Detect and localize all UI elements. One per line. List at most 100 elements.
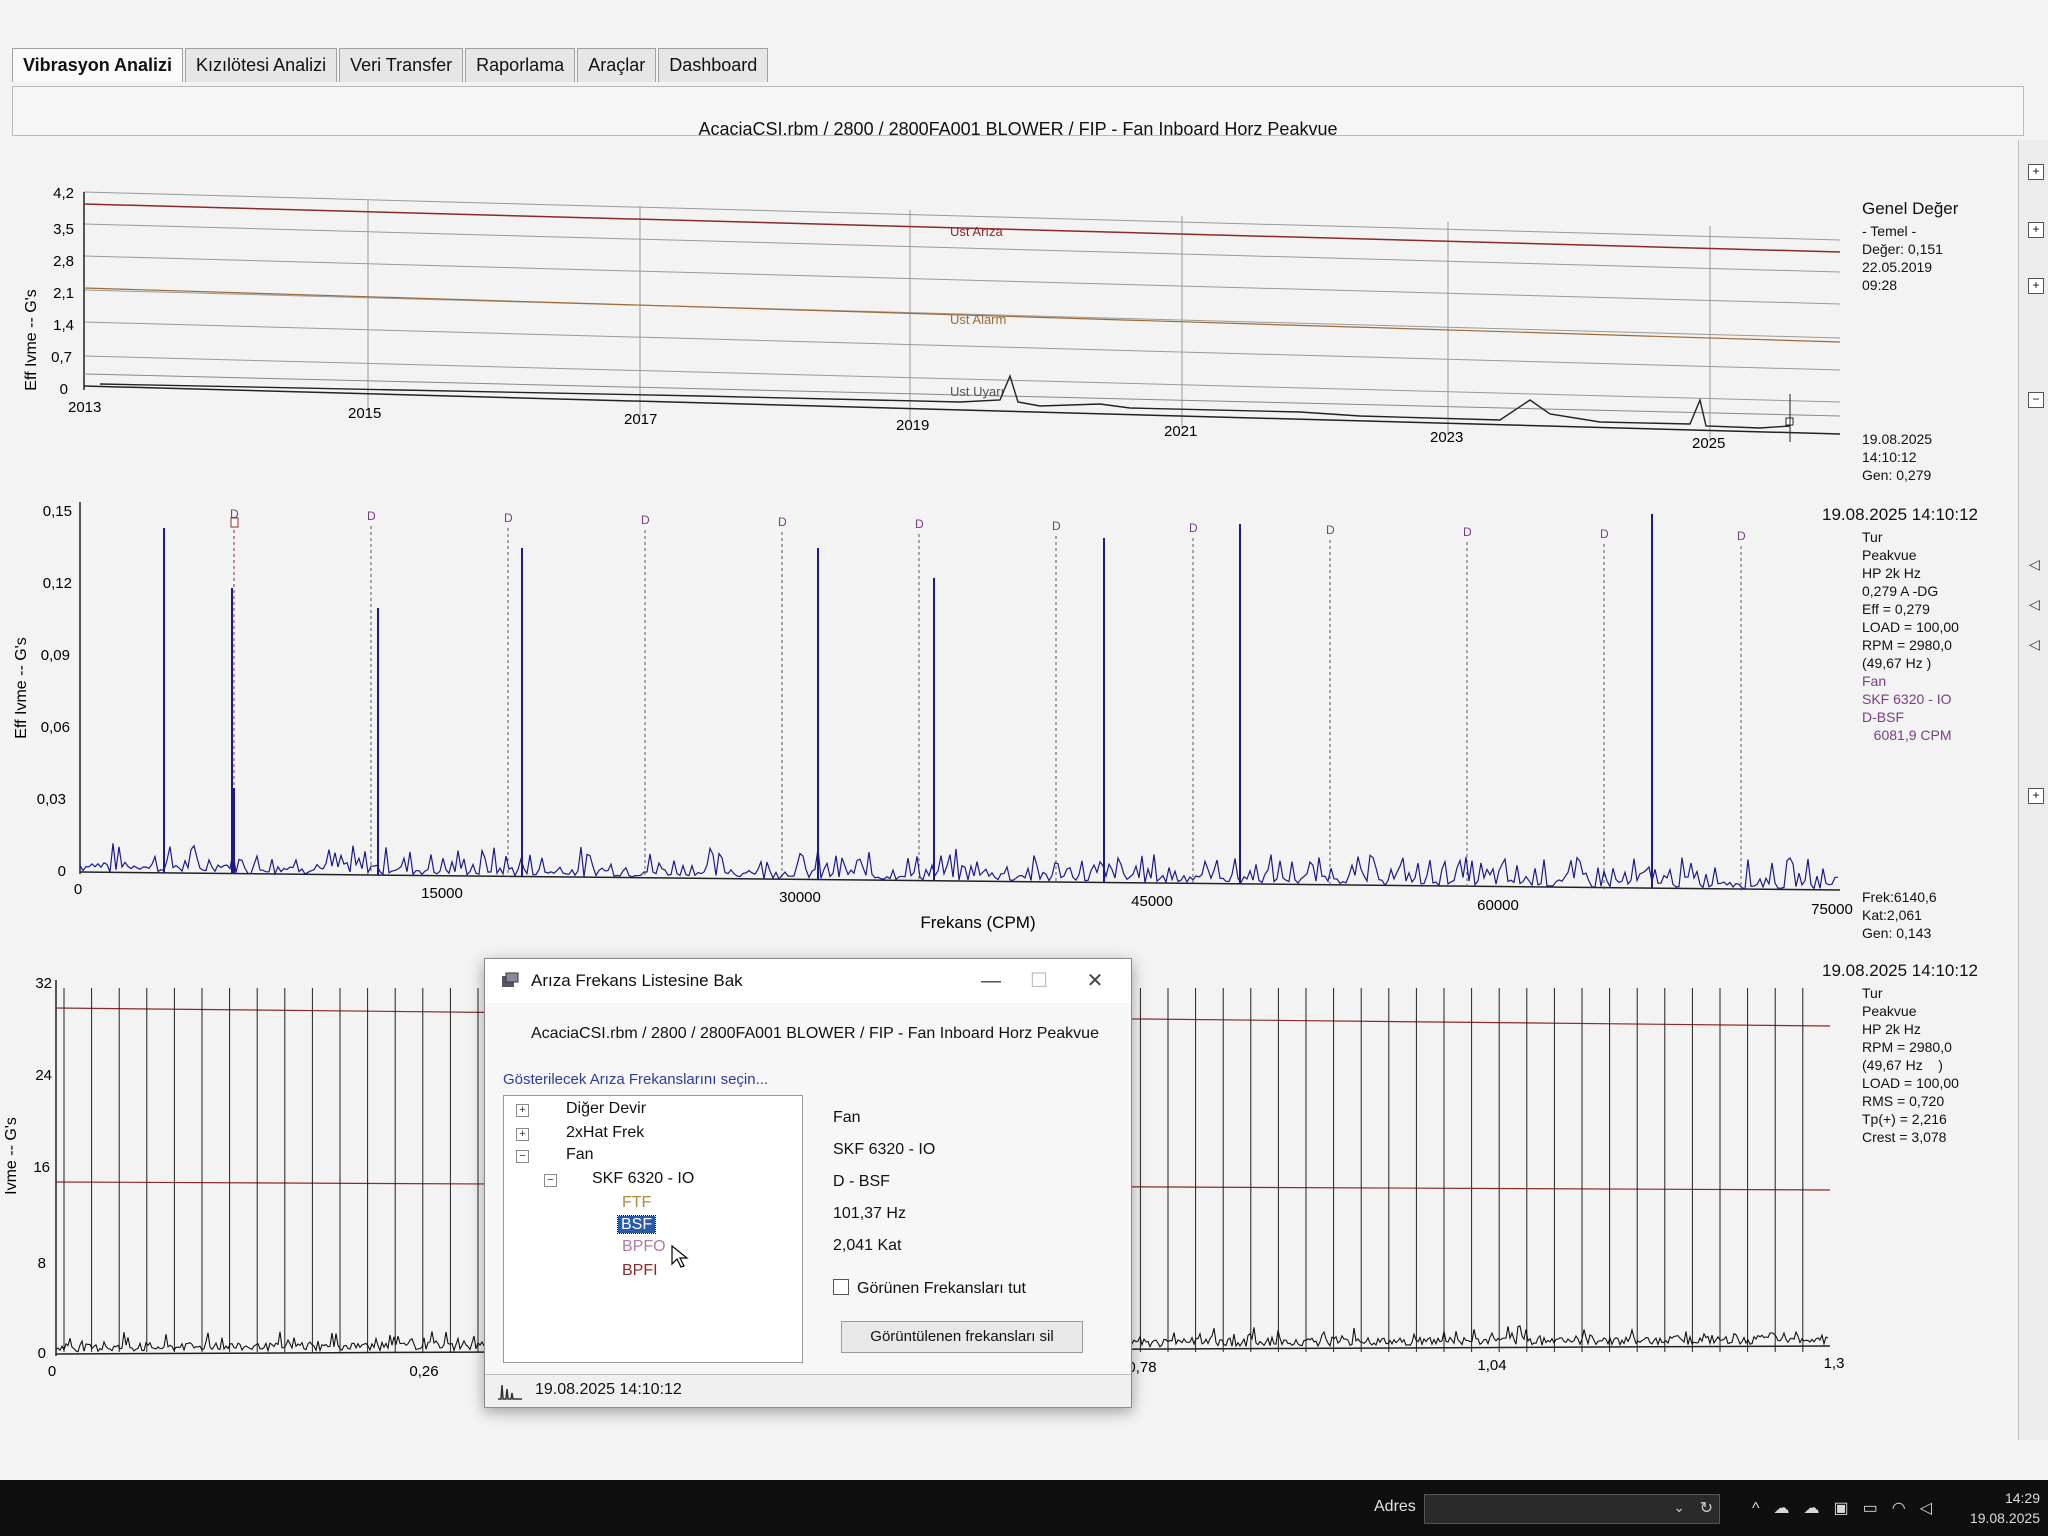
fault-marker-label: D: [1737, 529, 1746, 543]
chevron-down-icon[interactable]: ⌄: [1673, 1499, 1685, 1516]
y-tick: 1,4: [53, 317, 74, 334]
tree-item-bpfi[interactable]: BPFI: [622, 1260, 658, 1282]
arrow-left-icon[interactable]: ◁: [2029, 556, 2040, 573]
fault-frequency-cpm: 6081,9 CPM: [1862, 727, 1952, 743]
tree-item-fan[interactable]: Fan: [566, 1144, 594, 1166]
spectrum-trace: [79, 843, 1839, 890]
waveform-side-info: 19.08.2025 14:10:12 Tur Peakvue HP 2k Hz…: [1822, 962, 1978, 1146]
tree-item-bsf[interactable]: BSF: [616, 1214, 657, 1236]
spectrum-info-line: LOAD = 100,00: [1862, 619, 1959, 635]
x-tick: 2013: [68, 399, 101, 416]
tab-tools[interactable]: Araçlar: [577, 48, 657, 82]
tree-item-2x-line-freq[interactable]: 2xHat Frek: [566, 1122, 644, 1144]
info-bearing: SKF 6320 - IO: [833, 1141, 936, 1158]
spectrum-cursor-marker[interactable]: [230, 517, 239, 528]
y-tick: 0,03: [37, 791, 66, 808]
info-order: 2,041 Kat: [833, 1237, 902, 1254]
y-tick: 0,15: [43, 503, 72, 520]
cloud-icon[interactable]: ☁: [1804, 1500, 1834, 1517]
tree-item-ftf[interactable]: FTF: [622, 1192, 651, 1214]
waveform-info-line: RMS = 0,720: [1862, 1093, 1945, 1109]
mouse-cursor-icon: [671, 1244, 689, 1268]
x-tick: 0: [74, 881, 82, 898]
dialog-title-bar[interactable]: Arıza Frekans Listesine Bak — ☐ ✕: [485, 959, 1131, 1003]
right-toolbar: + + + − ◁ ◁ ◁ +: [2018, 140, 2048, 1440]
fault-marker-label: D: [1052, 519, 1061, 533]
waveform-info-line: Tur: [1862, 985, 1883, 1001]
tree-item-other-speed[interactable]: Diğer Devir: [566, 1098, 646, 1120]
expand-icon[interactable]: +: [516, 1128, 529, 1141]
spectrum-info-line: Eff = 0,279: [1862, 601, 1930, 617]
waveform-info-line: HP 2k Hz: [1862, 1021, 1921, 1037]
trend-side-info: Genel Değer - Temel - Değer: 0,151 22.05…: [1862, 200, 1958, 294]
close-icon[interactable]: ✕: [1075, 967, 1115, 995]
tree-item-bearing[interactable]: SKF 6320 - IO: [592, 1168, 694, 1190]
waveform-info-line: Tp(+) = 2,216: [1862, 1111, 1947, 1127]
fault-frequency-tree[interactable]: + Diğer Devir + 2xHat Frek − Fan − SKF 6…: [503, 1095, 803, 1363]
expand-icon[interactable]: +: [2028, 164, 2044, 180]
tab-vibration-analysis[interactable]: Vibrasyon Analizi: [12, 48, 184, 82]
fault-marker-label: D: [641, 513, 650, 527]
minimize-icon[interactable]: —: [971, 967, 1011, 995]
cursor-amplitude: Gen: 0,143: [1862, 925, 1932, 941]
waveform-info-line: RPM = 2980,0: [1862, 1039, 1952, 1055]
wifi-icon[interactable]: ◠: [1892, 1500, 1920, 1517]
clear-frequencies-button[interactable]: Görüntülenen frekansları sil: [841, 1321, 1083, 1353]
chevron-up-icon[interactable]: ^: [1752, 1500, 1774, 1517]
tab-dashboard[interactable]: Dashboard: [658, 48, 769, 82]
tab-infrared-analysis[interactable]: Kızılötesi Analizi: [185, 48, 338, 82]
baseline-date: 22.05.2019: [1862, 259, 1933, 275]
volume-icon[interactable]: ◁: [1920, 1500, 1946, 1517]
address-input[interactable]: ⌄ ↻: [1424, 1494, 1720, 1524]
trend-cursor-info: 19.08.2025 14:10:12 Gen: 0,279: [1862, 430, 1932, 484]
waveform-y-ticks: 0 8 16 24 32: [33, 975, 52, 1362]
collapse-icon[interactable]: −: [2028, 392, 2044, 408]
spectrum-x-axis-label: Frekans (CPM): [920, 913, 1035, 932]
spectrum-plot[interactable]: Eff Ivme -- G's 0 0,03 0,06 0,09 0,12 0,…: [0, 488, 1860, 940]
waveform-info-line: Crest = 3,078: [1862, 1129, 1947, 1145]
spectrum-y-ticks: 0 0,03 0,06 0,09 0,12 0,15: [37, 503, 72, 880]
x-tick: 2019: [896, 417, 929, 434]
waveform-info-line: (49,67 Hz ): [1862, 1057, 1943, 1073]
fault-marker-label: D: [1463, 525, 1472, 539]
maximize-icon[interactable]: ☐: [1019, 967, 1059, 995]
trend-y-ticks: 0 0,7 1,4 2,1 2,8 3,5 4,2: [51, 185, 74, 398]
cloud-icon[interactable]: ☁: [1774, 1500, 1804, 1517]
collapse-icon[interactable]: −: [516, 1150, 529, 1163]
refresh-icon[interactable]: ↻: [1700, 1498, 1713, 1518]
battery-icon[interactable]: ▭: [1863, 1500, 1892, 1517]
tree-item-bpfo[interactable]: BPFO: [622, 1236, 666, 1258]
fault-component: Fan: [1862, 673, 1887, 689]
checkbox-box[interactable]: [833, 1279, 849, 1295]
arrow-left-icon[interactable]: ◁: [2029, 636, 2040, 653]
app-icon: [502, 972, 519, 987]
keep-visible-checkbox[interactable]: Görünen Frekansları tut: [833, 1279, 1026, 1298]
clock[interactable]: 14:29 19.08.2025: [1968, 1488, 2040, 1528]
cursor-order: Kat:2,061: [1862, 907, 1922, 923]
x-tick: 1,04: [1477, 1357, 1506, 1374]
y-tick: 0,06: [41, 719, 70, 736]
y-tick: 0,09: [41, 647, 70, 664]
arrow-left-icon[interactable]: ◁: [2029, 596, 2040, 613]
fault-marker-label: D: [504, 511, 513, 525]
trend-plot[interactable]: Eff Ivme -- G's 0 0,7 1,4 2,1 2,8 3,5 4,…: [0, 180, 1860, 470]
baseline-label: - Temel -: [1862, 223, 1917, 239]
status-date: 19.08.2025 14:10:12: [535, 1381, 682, 1398]
y-tick: 32: [35, 975, 52, 992]
expand-icon[interactable]: +: [516, 1104, 529, 1117]
y-tick: 0: [38, 1345, 46, 1362]
tray-app-icon[interactable]: ▣: [1834, 1500, 1863, 1517]
expand-icon[interactable]: +: [2028, 278, 2044, 294]
x-tick: 2017: [624, 411, 657, 428]
fault-marker-label: D: [1600, 527, 1609, 541]
tab-data-transfer[interactable]: Veri Transfer: [339, 48, 464, 82]
dialog-title: Arıza Frekans Listesine Bak: [531, 971, 743, 990]
expand-icon[interactable]: +: [2028, 222, 2044, 238]
x-tick: 30000: [779, 889, 821, 906]
waveform-date: 19.08.2025 14:10:12: [1822, 961, 1978, 980]
collapse-icon[interactable]: −: [544, 1174, 557, 1187]
spectrum-date: 19.08.2025 14:10:12: [1822, 505, 1978, 524]
tab-reporting[interactable]: Raporlama: [465, 48, 576, 82]
expand-icon[interactable]: +: [2028, 788, 2044, 804]
selected-frequency-info: Fan SKF 6320 - IO D - BSF 101,37 Hz 2,04…: [833, 1099, 1103, 1254]
